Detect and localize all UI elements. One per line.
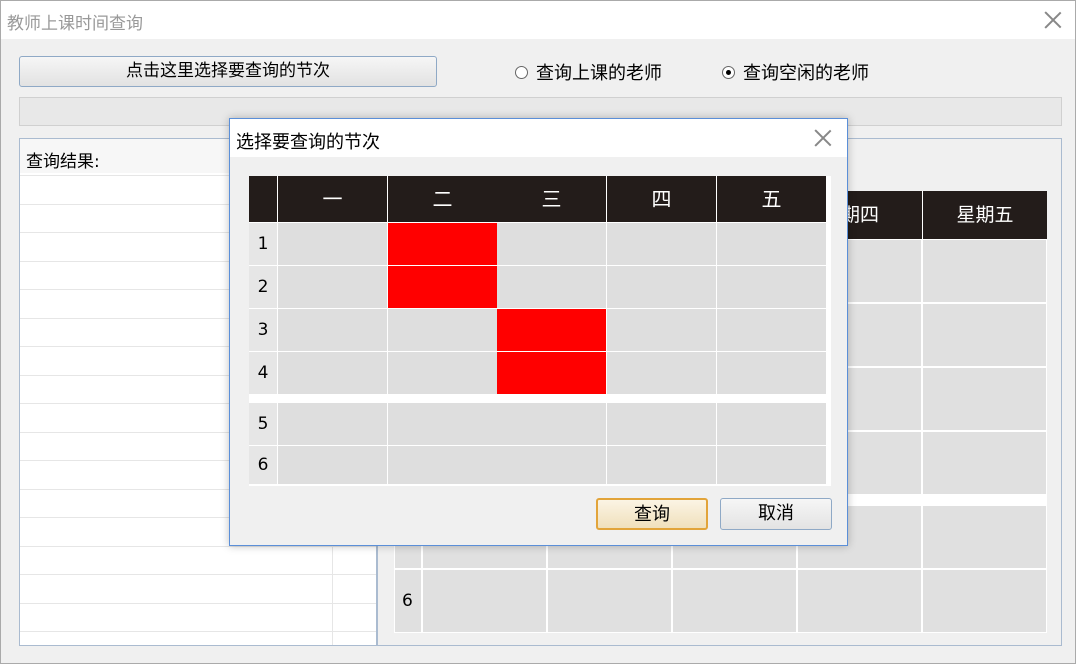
- period-cell-day4-period4[interactable]: [607, 352, 716, 394]
- period-cell-day2-period6[interactable]: [388, 446, 497, 484]
- period-cell-day5-period6[interactable]: [717, 446, 826, 484]
- background-schedule-cell: [797, 569, 922, 633]
- period-cell-day2-period2[interactable]: [388, 266, 497, 308]
- dialog-title: 选择要查询的节次: [236, 132, 380, 153]
- results-row-line: [20, 574, 376, 575]
- period-cell-day3-period1[interactable]: [497, 223, 606, 265]
- period-cell-day1-period4[interactable]: [278, 352, 387, 394]
- background-schedule-cell: [922, 505, 1047, 569]
- background-schedule-cell: [922, 303, 1047, 367]
- background-schedule-cell: [922, 569, 1047, 633]
- period-label-5: 5: [249, 403, 277, 445]
- period-label-6: 6: [249, 446, 277, 484]
- period-cell-day3-period2[interactable]: [497, 266, 606, 308]
- radio-selected-icon[interactable]: [722, 65, 735, 79]
- period-cell-day5-period4[interactable]: [717, 352, 826, 394]
- background-schedule-cell: [922, 239, 1047, 303]
- period-grid: 一二三四五 1234 56: [249, 176, 831, 486]
- day-header-3: 三: [497, 176, 606, 222]
- period-label-1: 1: [249, 223, 277, 265]
- results-row-line: [20, 631, 376, 632]
- background-schedule-cell: [422, 569, 547, 633]
- period-label-4: 4: [249, 352, 277, 394]
- period-cell-day5-period3[interactable]: [717, 309, 826, 351]
- period-cell-day5-period1[interactable]: [717, 223, 826, 265]
- day-header-1: 一: [278, 176, 387, 222]
- period-cell-day2-period4[interactable]: [388, 352, 497, 394]
- title-bar: 教师上课时间查询: [1, 1, 1075, 39]
- period-cell-day1-period1[interactable]: [278, 223, 387, 265]
- query-button[interactable]: 查询: [596, 498, 708, 530]
- period-cell-day3-period6[interactable]: [497, 446, 606, 484]
- dialog-title-bar: 选择要查询的节次: [230, 119, 847, 157]
- period-cell-day1-period2[interactable]: [278, 266, 387, 308]
- period-cell-day4-period2[interactable]: [607, 266, 716, 308]
- period-cell-day2-period1[interactable]: [388, 223, 497, 265]
- cancel-button[interactable]: 取消: [720, 498, 832, 530]
- period-cell-day1-period5[interactable]: [278, 403, 387, 445]
- period-cell-day5-period5[interactable]: [717, 403, 826, 445]
- day-header-5: 五: [717, 176, 826, 222]
- row-label-6: 6: [402, 591, 413, 611]
- close-icon[interactable]: [1044, 11, 1062, 29]
- period-cell-day5-period2[interactable]: [717, 266, 826, 308]
- column-header-friday: 星期五: [922, 191, 1047, 239]
- radio-query-busy[interactable]: 查询上课的老师: [515, 59, 662, 85]
- select-periods-button[interactable]: 点击这里选择要查询的节次: [19, 56, 437, 87]
- background-schedule-cell: [922, 431, 1047, 495]
- radio-query-busy-label: 查询上课的老师: [536, 63, 662, 84]
- period-cell-day2-period3[interactable]: [388, 309, 497, 351]
- period-cell-day4-period3[interactable]: [607, 309, 716, 351]
- background-schedule-cell: [672, 569, 797, 633]
- grid-corner-header: [249, 176, 277, 222]
- period-label-3: 3: [249, 309, 277, 351]
- radio-icon[interactable]: [515, 65, 528, 79]
- period-cell-day1-period3[interactable]: [278, 309, 387, 351]
- period-cell-day4-period5[interactable]: [607, 403, 716, 445]
- dialog-close-icon[interactable]: [814, 129, 832, 147]
- period-cell-day3-period4[interactable]: [497, 352, 606, 394]
- radio-query-free[interactable]: 查询空闲的老师: [722, 59, 869, 85]
- period-cell-day4-period6[interactable]: [607, 446, 716, 484]
- select-periods-dialog: 选择要查询的节次 一二三四五 1234 56 查询 取消: [229, 118, 848, 546]
- results-row-line: [20, 602, 376, 604]
- period-cell-day1-period6[interactable]: [278, 446, 387, 484]
- radio-query-free-label: 查询空闲的老师: [743, 63, 869, 84]
- period-cell-day2-period5[interactable]: [388, 403, 497, 445]
- period-label-2: 2: [249, 266, 277, 308]
- background-schedule-cell: [547, 569, 672, 633]
- period-cell-day4-period1[interactable]: [607, 223, 716, 265]
- day-header-4: 四: [607, 176, 716, 222]
- window-title: 教师上课时间查询: [7, 14, 143, 34]
- day-header-2: 二: [388, 176, 497, 222]
- background-schedule-cell: [922, 367, 1047, 431]
- period-cell-day3-period3[interactable]: [497, 309, 606, 351]
- period-cell-day3-period5[interactable]: [497, 403, 606, 445]
